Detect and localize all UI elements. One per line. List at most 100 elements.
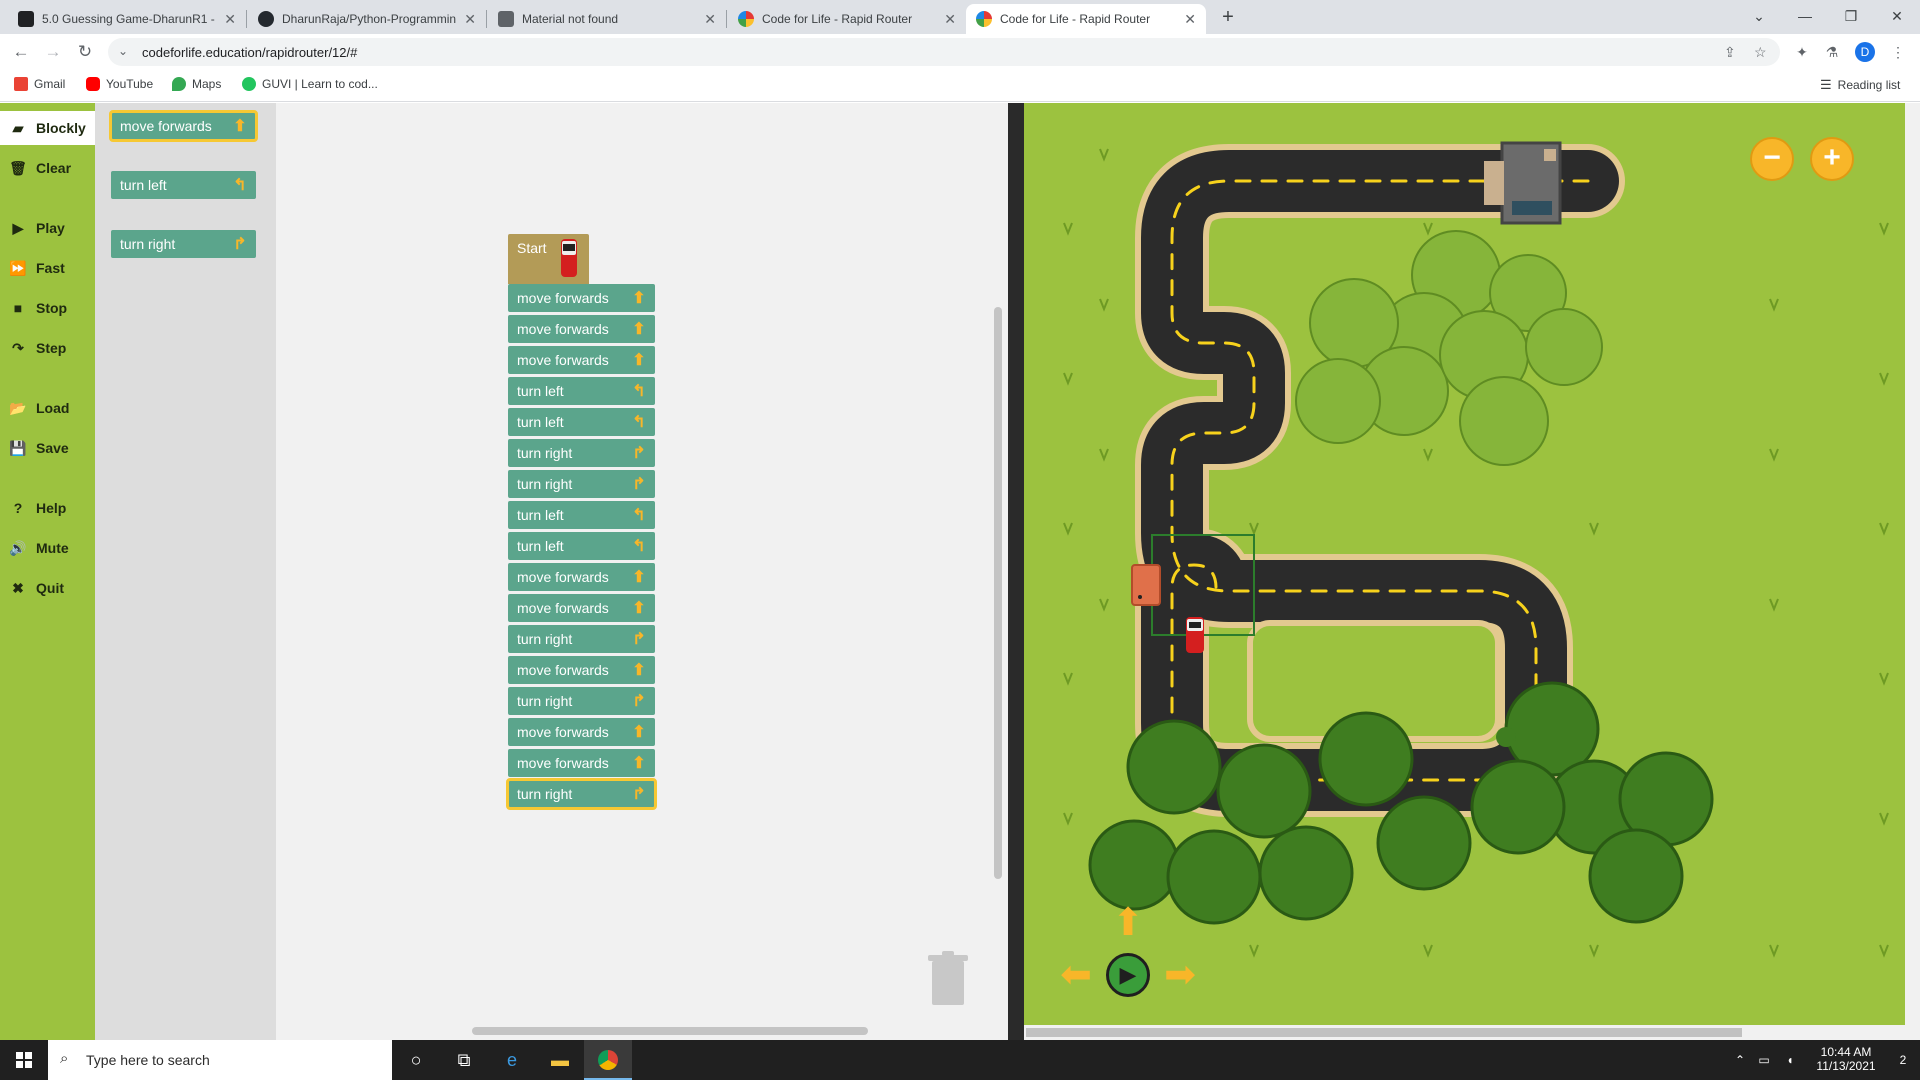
close-icon[interactable]: ✕ (1184, 11, 1196, 28)
program-block[interactable]: move forwards ⬆ (508, 346, 655, 374)
sidebar-item-step[interactable]: ↷ Step (0, 331, 95, 365)
program-block[interactable]: move forwards ⬆ (508, 563, 655, 591)
tab-search-icon[interactable]: ⌄ (1736, 0, 1782, 34)
program-block[interactable]: turn right ↱ (508, 687, 655, 715)
help-icon: ? (13, 500, 23, 516)
program-block[interactable]: move forwards ⬆ (508, 594, 655, 622)
sidebar: ▰ Blockly 🗑 Clear ▶ Play ⏩ Fast ■ Stop ↷… (0, 103, 95, 1040)
program-block[interactable]: turn right ↱ (508, 470, 655, 498)
github-icon (258, 11, 274, 27)
toolbox-block-turn-left[interactable]: turn left ↰ (111, 171, 256, 199)
back-icon[interactable]: ← (9, 40, 33, 64)
play-control[interactable]: ▶ (1106, 953, 1150, 997)
program-block[interactable]: turn left ↰ (508, 377, 655, 405)
labs-icon[interactable]: ⚗ (1822, 42, 1842, 62)
file-explorer-icon[interactable]: ▬ (536, 1040, 584, 1080)
close-icon[interactable]: ✕ (704, 11, 716, 28)
bookmark-star-icon[interactable]: ☆ (1754, 44, 1767, 61)
toolbox-block-turn-right[interactable]: turn right ↱ (111, 230, 256, 258)
extensions-icon[interactable]: ✦ (1792, 42, 1812, 62)
sidebar-item-quit[interactable]: ✖ Quit (0, 571, 95, 605)
sidebar-item-save[interactable]: 💾 Save (0, 431, 95, 465)
profile-avatar[interactable]: D (1855, 42, 1875, 62)
program-block[interactable]: turn left ↰ (508, 408, 655, 436)
browser-tab-active[interactable]: Code for Life - Rapid Router ✕ (966, 4, 1206, 34)
sidebar-item-load[interactable]: 📂 Load (0, 391, 95, 425)
plus-icon: + (1823, 141, 1841, 174)
minimize-button[interactable]: — (1782, 0, 1828, 34)
sidebar-item-blockly[interactable]: ▰ Blockly (0, 111, 95, 145)
edge-icon[interactable]: e (488, 1040, 536, 1080)
start-block[interactable]: Start (508, 234, 589, 284)
sidebar-item-help[interactable]: ? Help (0, 491, 95, 525)
bookmark-guvi[interactable]: GUVI | Learn to cod... (242, 77, 378, 91)
sidebar-item-play[interactable]: ▶ Play (0, 211, 95, 245)
taskbar-search[interactable]: ⌕ Type here to search (48, 1040, 392, 1080)
window-close-button[interactable]: ✕ (1874, 0, 1920, 34)
stop-icon: ■ (13, 300, 23, 316)
reading-list-button[interactable]: ☰ Reading list (1820, 77, 1900, 93)
windows-start-button[interactable] (0, 1040, 48, 1080)
url-text[interactable]: codeforlife.education/rapidrouter/12/# (142, 45, 357, 60)
program-block[interactable]: move forwards ⬆ (508, 656, 655, 684)
toolbox-block-move-forwards[interactable]: move forwards ⬆ (109, 110, 258, 142)
forward-icon[interactable]: → (41, 40, 65, 64)
share-icon[interactable]: ⇪ (1724, 44, 1736, 61)
minus-icon: − (1763, 141, 1781, 174)
site-info-icon[interactable]: ⌄ (118, 44, 128, 58)
cortana-icon[interactable]: ○ (392, 1040, 440, 1080)
trash-can-icon[interactable] (928, 951, 968, 1007)
restore-button[interactable]: ❐ (1828, 0, 1874, 34)
address-bar[interactable]: ⌄ codeforlife.education/rapidrouter/12/#… (108, 38, 1780, 66)
bookmark-youtube[interactable]: YouTube (86, 77, 153, 91)
program-block[interactable]: turn right ↱ (506, 778, 657, 810)
chrome-icon[interactable] (584, 1040, 632, 1080)
browser-tab[interactable]: 5.0 Guessing Game-DharunR1 - I ✕ (8, 4, 246, 34)
move-forward-control[interactable]: ⬆ (1106, 903, 1150, 943)
sidebar-item-clear[interactable]: 🗑 Clear (0, 151, 95, 185)
close-icon[interactable]: ✕ (464, 11, 476, 28)
close-icon[interactable]: ✕ (944, 11, 956, 28)
program-block[interactable]: turn left ↰ (508, 532, 655, 560)
rapid-router-app: ▰ Blockly 🗑 Clear ▶ Play ⏩ Fast ■ Stop ↷… (0, 103, 1920, 1040)
sidebar-item-stop[interactable]: ■ Stop (0, 291, 95, 325)
task-view-icon[interactable]: ⧉ (440, 1040, 488, 1080)
arrow-left-turn-icon: ↰ (632, 414, 646, 431)
zoom-out-button[interactable]: − (1750, 137, 1794, 181)
notifications-icon[interactable]: 2 (1886, 1040, 1920, 1080)
map-vertical-scrollbar[interactable] (1905, 103, 1920, 1025)
fast-forward-icon: ⏩ (9, 259, 27, 276)
program-block[interactable]: turn left ↰ (508, 501, 655, 529)
turn-right-control[interactable]: ➡ (1158, 955, 1202, 995)
arrow-right-turn-icon: ↱ (233, 236, 247, 253)
program-block[interactable]: move forwards ⬆ (508, 749, 655, 777)
volume-icon[interactable]: ◖ (1778, 1040, 1802, 1080)
program-block[interactable]: move forwards ⬆ (508, 284, 655, 312)
workspace-horizontal-scrollbar[interactable] (472, 1027, 868, 1035)
program-block[interactable]: move forwards ⬆ (508, 718, 655, 746)
program-block[interactable]: turn right ↱ (508, 439, 655, 467)
turn-left-control[interactable]: ⬅ (1054, 955, 1098, 995)
sidebar-item-mute[interactable]: 🔊 Mute (0, 531, 95, 565)
browser-tab[interactable]: DharunRaja/Python-Programmin ✕ (248, 4, 486, 34)
new-tab-button[interactable]: + (1216, 6, 1240, 30)
browser-tab[interactable]: Code for Life - Rapid Router ✕ (728, 4, 966, 34)
program-block[interactable]: move forwards ⬆ (508, 315, 655, 343)
network-icon[interactable]: ▭ (1752, 1040, 1776, 1080)
arrow-right-icon: ➡ (1164, 954, 1196, 996)
clock[interactable]: 10:44 AM 11/13/2021 (1806, 1040, 1886, 1080)
close-icon[interactable]: ✕ (224, 11, 236, 28)
menu-icon[interactable]: ⋮ (1888, 42, 1908, 62)
bookmark-maps[interactable]: Maps (172, 77, 221, 91)
bookmark-gmail[interactable]: Gmail (14, 77, 65, 91)
tray-overflow-icon[interactable]: ⌃ (1730, 1040, 1750, 1080)
sidebar-item-fast[interactable]: ⏩ Fast (0, 251, 95, 285)
browser-tab[interactable]: Material not found ✕ (488, 4, 726, 34)
panel-divider[interactable] (1008, 103, 1024, 1040)
workspace-vertical-scrollbar[interactable] (994, 307, 1002, 879)
program-block[interactable]: turn right ↱ (508, 625, 655, 653)
arrow-left-turn-icon: ↰ (632, 507, 646, 524)
reload-icon[interactable]: ↻ (73, 40, 97, 64)
zoom-in-button[interactable]: + (1810, 137, 1854, 181)
map-horizontal-scrollbar[interactable] (1024, 1025, 1920, 1040)
